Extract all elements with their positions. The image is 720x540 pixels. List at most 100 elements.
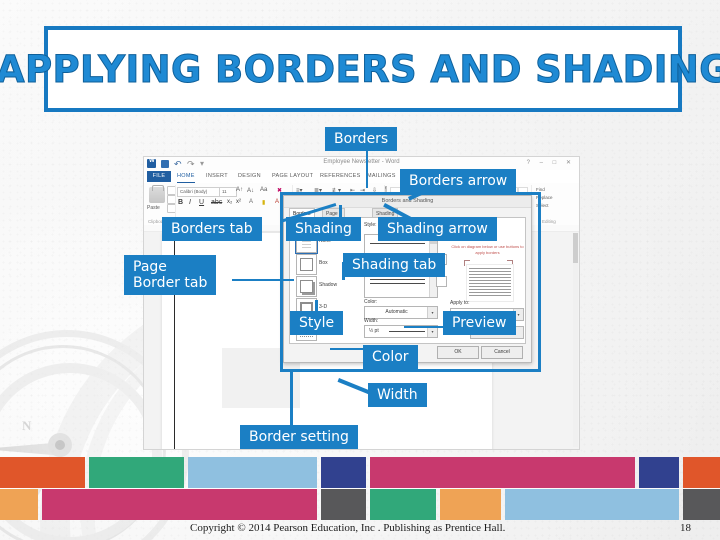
grow-font-icon[interactable]: A↑ <box>236 187 243 193</box>
sort-icon[interactable]: ⇩ <box>372 187 377 194</box>
cancel-button[interactable]: Cancel <box>481 346 523 359</box>
color-label: Color: <box>364 299 378 305</box>
subscript-icon[interactable]: x₂ <box>227 199 232 205</box>
compass-needle-west <box>0 442 64 456</box>
color-block <box>0 457 85 488</box>
strikethrough-icon[interactable]: abc <box>211 199 222 206</box>
style-solid-line[interactable] <box>370 243 425 244</box>
color-block <box>639 457 679 488</box>
width-value: ½ pt <box>369 328 379 334</box>
callout-width: Width <box>368 383 427 408</box>
replace-item[interactable]: Replace <box>536 195 553 200</box>
callout-color: Color <box>363 345 418 370</box>
color-dropdown-arrow[interactable]: ▾ <box>427 307 437 318</box>
dialog-title: Borders and Shading <box>381 198 434 204</box>
color-block <box>188 457 317 488</box>
color-block <box>0 489 38 520</box>
apply-to-label: Apply to: <box>450 300 470 306</box>
callout-shading-arrow: Shading arrow <box>378 217 497 242</box>
leader-border-setting <box>290 372 293 430</box>
callout-page-border-tab: Page Border tab <box>124 255 217 296</box>
tab-insert[interactable]: INSERT <box>206 171 228 182</box>
setting-shadow-icon <box>296 276 317 297</box>
paste-label: Paste <box>147 205 160 211</box>
leader-borders <box>366 150 368 188</box>
width-label: Width: <box>364 318 379 324</box>
tab-mailings[interactable]: MAILINGS <box>367 171 396 182</box>
leader-page-border-tab <box>232 279 294 281</box>
color-block <box>440 489 501 520</box>
text-effects-icon[interactable]: A <box>249 199 253 205</box>
callout-borders-arrow: Borders arrow <box>400 169 517 194</box>
change-case-icon[interactable]: Aa <box>260 187 267 193</box>
color-block <box>321 489 366 520</box>
ok-button[interactable]: OK <box>437 346 479 359</box>
tab-file[interactable]: FILE <box>147 171 171 182</box>
page-title: APPLYING BORDERS AND SHADING <box>0 47 720 91</box>
clear-formatting-icon[interactable]: ✖ <box>277 187 282 194</box>
preview-hint: Click on diagram below or use buttons to… <box>451 244 524 255</box>
bullets-icon[interactable]: ≡▾ <box>296 187 303 194</box>
preview-diagram[interactable] <box>466 264 514 302</box>
color-block <box>370 489 436 520</box>
callout-borders: Borders <box>325 127 398 152</box>
callout-borders-tab: Borders tab <box>162 217 262 242</box>
superscript-icon[interactable]: x² <box>236 199 241 205</box>
color-block <box>321 457 366 488</box>
callout-style: Style <box>290 311 344 336</box>
color-value: Automatic <box>385 309 408 315</box>
callout-preview: Preview <box>443 311 516 336</box>
setting-3d-label: 3-D <box>319 304 328 310</box>
color-block <box>505 489 679 520</box>
shrink-font-icon[interactable]: A↓ <box>247 188 254 194</box>
color-block <box>370 457 635 488</box>
color-block <box>683 489 720 520</box>
style-double-line[interactable] <box>370 279 425 284</box>
group-label-editing: Editing <box>542 219 556 224</box>
paste-icon[interactable] <box>149 185 165 203</box>
compass-hub <box>48 433 72 457</box>
preview-bottom-border-button[interactable] <box>436 276 447 287</box>
color-block <box>89 457 184 488</box>
compass-hub-center <box>55 440 65 450</box>
multilevel-list-icon[interactable]: ≢▾ <box>332 187 341 194</box>
copyright-notice: Copyright © 2014 Pearson Education, Inc … <box>190 522 506 534</box>
decrease-indent-icon[interactable]: ⇤ <box>350 187 355 194</box>
color-block <box>42 489 317 520</box>
window-controls[interactable]: ? – □ ✕ <box>527 159 575 166</box>
slide-title-box: APPLYING BORDERS AND SHADING <box>0 26 720 112</box>
numbering-icon[interactable]: ≣▾ <box>314 187 322 194</box>
page-number: 18 <box>680 522 691 534</box>
bold-icon[interactable]: B <box>178 199 183 206</box>
increase-indent-icon[interactable]: ⇥ <box>360 187 365 194</box>
setting-box-icon <box>296 254 317 275</box>
preview-text-lines <box>469 268 511 269</box>
callout-border-setting: Border setting <box>240 425 358 450</box>
tab-page-layout[interactable]: PAGE LAYOUT <box>272 171 313 182</box>
decorative-color-bars <box>0 457 720 520</box>
width-sample-line <box>389 331 425 332</box>
tab-references[interactable]: REFERENCES <box>320 171 361 182</box>
slide-canvas: N APPLYING BORDERS AND SHADING ↶ ↷ ▾ Emp… <box>0 0 720 540</box>
italic-icon[interactable]: I <box>189 199 191 206</box>
compass-north-label: N <box>22 418 32 433</box>
vertical-scrollbar[interactable] <box>573 233 578 447</box>
font-name-input[interactable]: Calibri (Body) <box>177 187 221 197</box>
callout-shading-tab: Shading tab <box>343 253 446 278</box>
find-item[interactable]: Find <box>536 187 545 192</box>
highlight-color-icon[interactable]: ▮ <box>262 199 265 206</box>
word-document-title: Employee Newsletter - Word <box>323 159 400 165</box>
callout-shading: Shading <box>286 217 361 242</box>
setting-box-label: Box <box>319 260 328 266</box>
scrollbar-thumb[interactable] <box>573 233 578 263</box>
font-color-icon[interactable]: A <box>275 199 279 205</box>
setting-shadow-label: Shadow <box>319 282 338 288</box>
slide-footer: Copyright © 2014 Pearson Education, Inc … <box>0 520 720 540</box>
style-label: Style: <box>364 222 377 228</box>
group-divider-clipboard <box>175 185 176 219</box>
tab-design[interactable]: DESIGN <box>238 171 261 182</box>
color-block <box>683 457 720 488</box>
underline-icon[interactable]: U <box>199 199 204 206</box>
font-size-input[interactable]: 11 <box>219 187 237 197</box>
select-item[interactable]: Select <box>536 203 549 208</box>
